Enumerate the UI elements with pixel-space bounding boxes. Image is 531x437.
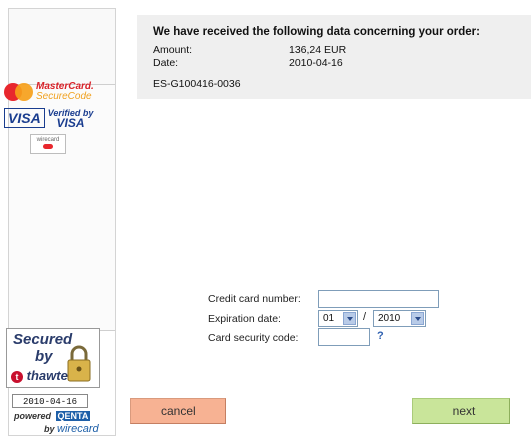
visa-logo: VISA <box>4 108 45 128</box>
chevron-down-icon <box>343 312 356 325</box>
amount-label: Amount: <box>153 44 193 56</box>
year-value: 2010 <box>378 313 401 324</box>
order-summary: We have received the following data conc… <box>137 15 531 99</box>
amount-value: 136,24 EUR <box>289 44 347 56</box>
mastercard-icon <box>4 82 34 102</box>
wirecard-badge-label: wirecard <box>36 137 60 143</box>
chevron-down-icon <box>411 312 424 325</box>
card-number-label: Credit card number: <box>208 293 301 305</box>
expiration-label: Expiration date: <box>208 313 281 325</box>
wirecard-logo: wirecard <box>57 423 99 435</box>
date-value: 2010-04-16 <box>289 57 343 69</box>
thawte-by-text: by <box>35 348 53 365</box>
qenta-logo: QENTA <box>55 411 91 421</box>
card-icon <box>43 144 53 149</box>
thawte-brand-text: thawte <box>26 368 68 383</box>
thawte-secured-text: Secured <box>13 331 73 348</box>
thawte-t-icon: t <box>11 370 23 383</box>
vbv-line2: VISA <box>56 116 85 130</box>
sidebar-top-panel <box>9 9 115 85</box>
card-number-input[interactable] <box>318 290 439 308</box>
order-heading: We have received the following data conc… <box>153 26 480 38</box>
expiration-year-select[interactable]: 2010 <box>373 310 426 327</box>
month-value: 01 <box>323 313 335 324</box>
by-wirecard: by wirecard <box>44 423 99 435</box>
thawte-date: 2010-04-16 <box>12 394 88 408</box>
order-reference: ES-G100416-0036 <box>153 78 241 90</box>
mastercard-securecode-logo: MasterCard. SecureCode <box>4 82 102 102</box>
date-label: Date: <box>153 57 179 69</box>
thawte-seal[interactable]: Secured by t thawte <box>6 328 100 388</box>
powered-text: powered <box>14 411 52 421</box>
padlock-icon <box>67 345 91 382</box>
powered-by: powered QENTA <box>14 411 91 421</box>
mastercard-sub: SecureCode <box>36 91 92 102</box>
cvc-help-link[interactable]: ? <box>377 330 384 342</box>
cancel-button[interactable]: cancel <box>130 398 226 424</box>
thawte-brand: t thawte <box>11 368 68 383</box>
cvc-input[interactable] <box>318 328 370 346</box>
wirecard-badge: wirecard <box>30 134 66 154</box>
by-text: by <box>44 424 55 434</box>
payment-logos: MasterCard. SecureCode VISA Verified by … <box>4 82 102 154</box>
expiration-month-select[interactable]: 01 <box>318 310 358 327</box>
next-button[interactable]: next <box>412 398 510 424</box>
date-separator: / <box>363 311 367 323</box>
visa-logos: VISA Verified by VISA <box>4 108 102 130</box>
cvc-label: Card security code: <box>208 332 299 344</box>
verified-by-visa-logo: Verified by VISA <box>48 108 94 130</box>
